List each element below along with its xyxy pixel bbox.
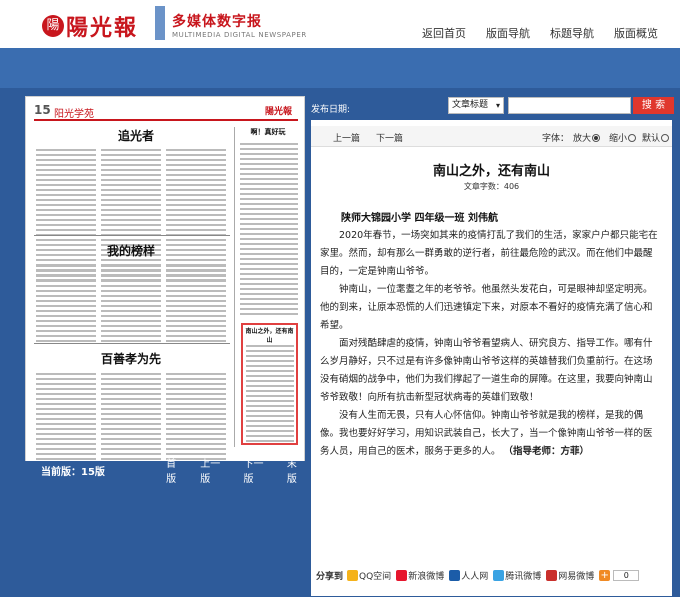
renren-icon [449,569,461,581]
share-tencent-label: 腾讯微博 [505,571,542,582]
font-size-label: 字体： [542,134,570,144]
text-block [240,143,298,318]
text-block [36,149,96,284]
first-page-link[interactable]: 首版 [166,455,184,485]
publish-date-label: 发布日期: [311,105,351,115]
share-bar: 分享到 QQ空间 新浪微博 人人网 腾讯微博 网易微博 + 0 [311,566,672,584]
content-band [0,48,680,88]
text-block [246,345,294,445]
article-link-baishanxiaoweixian[interactable]: 百善孝为先 [81,350,181,367]
top-nav: 返回首页 版面导航 标题导航 版面概览 [422,25,658,41]
site-name-cn: 多媒体数字报 [172,14,262,30]
page-masthead: 15 阳光学苑 陽光報 [34,103,298,121]
next-page-link[interactable]: 下一版 [244,455,271,485]
text-block [101,373,161,473]
share-sina-weibo[interactable]: 新浪微博 [396,569,444,582]
qzone-icon [347,569,359,581]
share-tencent-weibo[interactable]: 腾讯微博 [493,569,541,582]
share-count: 0 [613,569,640,581]
logo-badge: 陽 [42,15,64,37]
chevron-down-icon: ▾ [495,101,500,110]
article-paragraph: 没有人生而无畏，只有人心怀信仰。钟南山爷爷就是我的榜样，是我的偶像。我也要好好学… [320,407,658,461]
page-logo: 陽光報 [264,107,292,117]
article-body: 2020年春节，一场突如其来的疫情打乱了我们的生活，家家户户都只能宅在家里。然而… [320,227,658,461]
tencent-weibo-icon [493,569,505,581]
search-row: 发布日期: 文章标题 ▾ 搜 索 [311,96,674,118]
highlighted-article-title: 南山之外，还有南山 [245,328,294,344]
search-type-value: 文章标题 [452,100,489,110]
article-link-zhenhaowan[interactable]: 啊！真好玩 [238,127,298,137]
article-link-zhuiguangzhe[interactable]: 追光者 [96,127,176,144]
prev-page-link[interactable]: 上一版 [200,455,227,485]
text-block [36,373,96,473]
share-netease-weibo[interactable]: 网易微博 [546,569,594,582]
font-smaller-label: 缩小 [609,134,628,144]
nav-page-nav[interactable]: 版面导航 [486,25,530,41]
font-larger-option[interactable]: 放大 [573,131,601,144]
article-toolbar: 上一篇 下一篇 字体： 放大 缩小 默认 [311,126,672,147]
radio-icon[interactable] [661,134,670,142]
page-number: 15 [34,103,51,117]
search-type-select[interactable]: 文章标题 ▾ [448,97,504,114]
article-paragraph: 面对残酷肆虐的疫情，钟南山爷爷看望病人、研究良方、指导工作。哪有什么岁月静好，只… [320,338,653,403]
radio-selected-icon[interactable] [592,134,601,142]
nav-home[interactable]: 返回首页 [422,25,466,41]
site-logo[interactable]: 陽 陽光報 [42,10,138,42]
logo-separator [155,6,165,40]
article-author: 陕师大锦园小学 四年级一班 刘伟航 [341,213,498,224]
share-qzone[interactable]: QQ空间 [347,569,391,582]
page-nav-bar: 当前版：15版 首版 上一版 下一版 末版 [25,459,305,485]
share-label: 分享到 [316,571,344,582]
font-smaller-option[interactable]: 缩小 [609,131,637,144]
current-page-label: 当前版：15版 [41,466,105,478]
share-qzone-label: QQ空间 [359,571,392,582]
text-block [36,265,96,345]
article-paragraph: 钟南山，一位耄耋之年的老爷爷。他虽然头发花白，可是眼神却坚定明亮。他的到来，让原… [320,284,653,331]
text-block [101,149,161,284]
divider [34,235,230,236]
share-more-icon[interactable]: + [599,569,611,581]
divider [34,343,230,344]
site-header: 陽 陽光報 多媒体数字报 MULTIMEDIA DIGITAL NEWSPAPE… [0,0,680,48]
article-title: 南山之外，还有南山 [432,164,550,179]
prev-article-link[interactable]: 上一篇 [333,131,360,144]
share-netease-label: 网易微博 [558,571,595,582]
netease-weibo-icon [546,569,558,581]
next-article-link[interactable]: 下一篇 [376,131,403,144]
radio-icon[interactable] [628,134,637,142]
text-block [166,265,226,345]
site-name-en: MULTIMEDIA DIGITAL NEWSPAPER [172,31,307,39]
share-renren-label: 人人网 [461,571,489,582]
article-word-count: 文章字数：406 [463,182,520,191]
article-link-wodebangyang[interactable]: 我的榜样 [86,242,176,259]
search-button[interactable]: 搜 索 [633,97,674,114]
sina-weibo-icon [396,569,408,581]
font-default-label: 默认 [642,134,661,144]
page-section: 阳光学苑 [54,109,94,120]
nav-overview[interactable]: 版面概览 [614,25,658,41]
font-larger-label: 放大 [573,134,592,144]
text-block [166,149,226,284]
text-block [101,265,161,345]
logo-text: 陽光報 [66,15,139,41]
article-teacher: （指导老师：方菲） [503,446,590,457]
article-paragraph: 2020年春节，一场突如其来的疫情打乱了我们的生活，家家户户都只能宅在家里。然而… [320,230,658,277]
last-page-link[interactable]: 末版 [287,455,305,485]
search-input[interactable] [508,97,631,114]
newspaper-page-view[interactable]: 15 阳光学苑 陽光報 追光者 我的榜样 百善孝为先 啊！真好玩 南山之外，还有… [25,96,305,479]
article-paragraph-text: 没有人生而无畏，只有人心怀信仰。钟南山爷爷就是我的榜样，是我的偶像。我也要好好学… [320,410,653,457]
nav-title-nav[interactable]: 标题导航 [550,25,594,41]
share-renren[interactable]: 人人网 [449,569,488,582]
font-default-option[interactable]: 默认 [642,131,670,144]
share-sina-label: 新浪微博 [408,571,445,582]
column-divider [234,127,235,447]
